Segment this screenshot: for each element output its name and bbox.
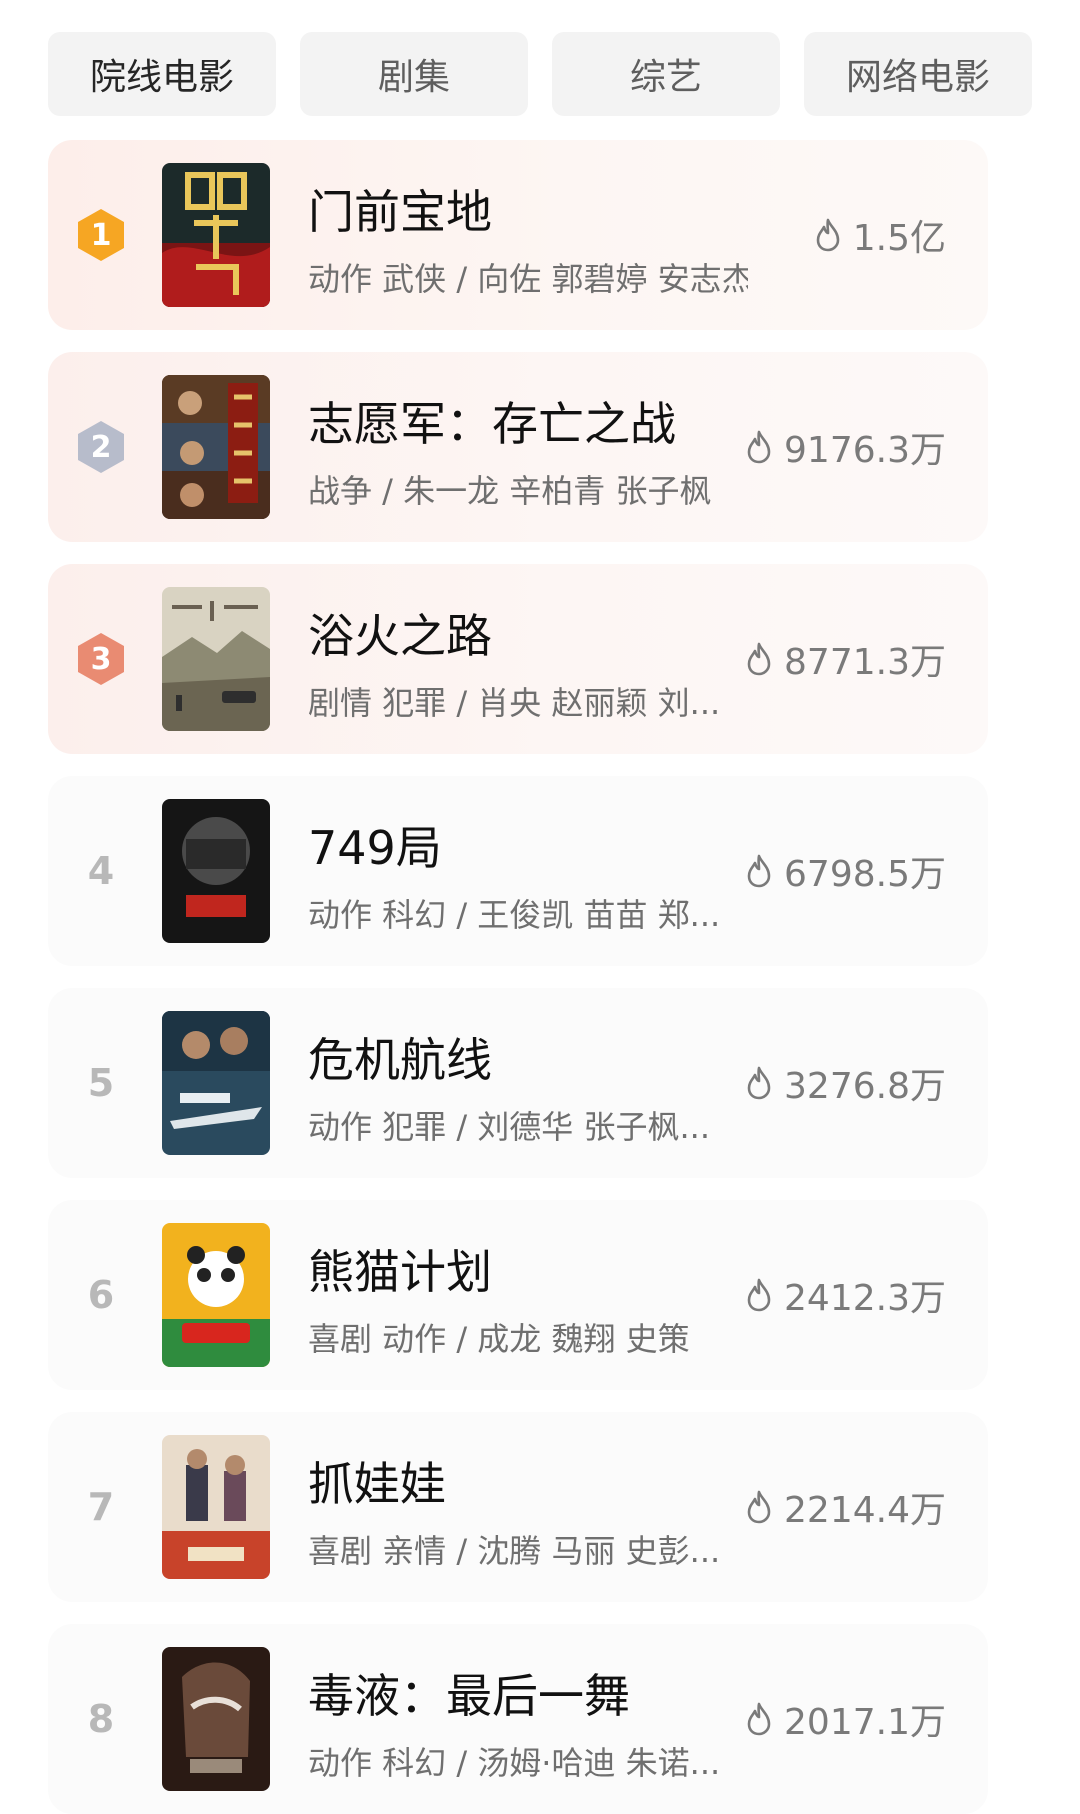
movie-title: 749局 (308, 821, 442, 875)
heat-value: 1.5亿 (852, 218, 946, 259)
rank-number: 3 (90, 641, 112, 677)
flame-icon (747, 1066, 771, 1100)
movie-poster[interactable] (162, 587, 270, 731)
heat-value: 2214.4万 (784, 1490, 946, 1531)
ranking-item[interactable]: 6 熊猫计划 喜剧 动作 / 成龙 魏翔 史策 2412.3万 (48, 1200, 988, 1390)
heat-score: 8771.3万 (744, 633, 946, 685)
movie-title: 志愿军：存亡之战 (308, 397, 676, 451)
movie-genre-cast: 动作 犯罪 / 刘德华 张子枫... (308, 1108, 710, 1146)
heat-score: 2017.1万 (744, 1693, 946, 1745)
flame-icon (747, 1702, 771, 1736)
rank-badge-silver: 2 (72, 418, 130, 476)
movie-poster[interactable] (162, 1435, 270, 1579)
ranking-item[interactable]: 1 门前宝地 动作 武侠 / 向佐 郭碧婷 安志杰 1.5亿 (48, 140, 988, 330)
flame-icon (747, 1278, 771, 1312)
heat-value: 3276.8万 (784, 1066, 946, 1107)
movie-poster[interactable] (162, 1223, 270, 1367)
movie-genre-cast: 喜剧 亲情 / 沈腾 马丽 史彭... (308, 1532, 721, 1570)
ranking-item[interactable]: 3 浴火之路 剧情 犯罪 / 肖央 赵丽颖 刘... 8771.3万 (48, 564, 988, 754)
movie-genre-cast: 喜剧 动作 / 成龙 魏翔 史策 (308, 1320, 690, 1358)
rank-badge-gold: 1 (72, 206, 130, 264)
rank-number: 7 (87, 1485, 115, 1529)
flame-icon (747, 854, 771, 888)
ranking-item[interactable]: 2 志愿军：存亡之战 战争 / 朱一龙 辛柏青 张子枫 9176.3万 (48, 352, 988, 542)
rank-number: 4 (87, 849, 115, 893)
heat-score: 6798.5万 (744, 845, 946, 897)
rank-badge-bronze: 3 (72, 630, 130, 688)
movie-title: 毒液：最后一舞 (308, 1669, 630, 1723)
heat-score: 2214.4万 (744, 1481, 946, 1533)
heat-value: 2017.1万 (784, 1702, 946, 1743)
movie-genre-cast: 剧情 犯罪 / 肖央 赵丽颖 刘... (308, 684, 721, 722)
movie-poster[interactable] (162, 799, 270, 943)
rank-number: 6 (87, 1273, 115, 1317)
movie-genre-cast: 动作 科幻 / 王俊凯 苗苗 郑... (308, 896, 721, 934)
movie-title: 门前宝地 (308, 185, 492, 239)
heat-value: 2412.3万 (784, 1278, 946, 1319)
flame-icon (747, 430, 771, 464)
movie-poster[interactable] (162, 1011, 270, 1155)
rank-number: 2 (90, 429, 112, 465)
heat-value: 8771.3万 (784, 642, 946, 683)
rank-number: 8 (87, 1697, 115, 1741)
movie-title: 抓娃娃 (308, 1457, 446, 1511)
flame-icon (747, 642, 771, 676)
flame-icon (747, 1490, 771, 1524)
heat-value: 6798.5万 (784, 854, 946, 895)
flame-icon (816, 218, 840, 252)
movie-genre-cast: 战争 / 朱一龙 辛柏青 张子枫 (308, 472, 712, 510)
heat-score: 1.5亿 (813, 209, 946, 261)
ranking-item[interactable]: 7 抓娃娃 喜剧 亲情 / 沈腾 马丽 史彭... 2214.4万 (48, 1412, 988, 1602)
movie-poster[interactable] (162, 375, 270, 519)
heat-score: 2412.3万 (744, 1269, 946, 1321)
ranking-item[interactable]: 4 749局 动作 科幻 / 王俊凯 苗苗 郑... 6798.5万 (48, 776, 988, 966)
ranking-item[interactable]: 8 毒液：最后一舞 动作 科幻 / 汤姆·哈迪 朱诺... 2017.1万 (48, 1624, 988, 1814)
movie-genre-cast: 动作 武侠 / 向佐 郭碧婷 安志杰 (308, 260, 748, 298)
heat-score: 9176.3万 (744, 421, 946, 473)
movie-poster[interactable] (162, 163, 270, 307)
movie-title: 熊猫计划 (308, 1245, 492, 1299)
ranking-item[interactable]: 5 危机航线 动作 犯罪 / 刘德华 张子枫... 3276.8万 (48, 988, 988, 1178)
movie-title: 浴火之路 (308, 609, 492, 663)
rank-number: 5 (87, 1061, 115, 1105)
heat-value: 9176.3万 (784, 430, 946, 471)
movie-genre-cast: 动作 科幻 / 汤姆·哈迪 朱诺... (308, 1744, 721, 1782)
movie-poster[interactable] (162, 1647, 270, 1791)
rank-number: 1 (90, 217, 112, 253)
movie-title: 危机航线 (308, 1033, 492, 1087)
heat-score: 3276.8万 (744, 1057, 946, 1109)
ranking-list: 1 门前宝地 动作 武侠 / 向佐 郭碧婷 安志杰 1.5亿 2 志愿军：存亡之… (0, 0, 1080, 1814)
